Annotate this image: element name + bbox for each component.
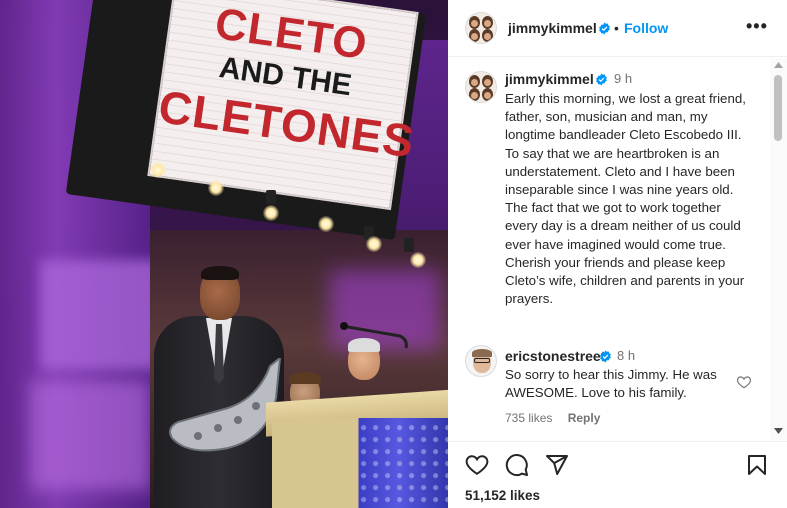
- post-header: jimmykimmel • Follow •••: [448, 0, 787, 57]
- purple-stage-light: [40, 260, 160, 370]
- comment-like-heart-icon[interactable]: [736, 374, 752, 390]
- comment-meta: 735 likes Reply: [505, 411, 612, 425]
- comment-likes[interactable]: 735 likes: [505, 411, 552, 425]
- paper-plane-icon[interactable]: [545, 453, 569, 477]
- caption-timestamp[interactable]: 9 h: [614, 71, 632, 86]
- comments-section: jimmykimmel 9 h Early this morning, we l…: [448, 58, 770, 440]
- scroll-down-arrow-icon[interactable]: [774, 428, 783, 434]
- spotlight: [150, 162, 166, 178]
- verified-badge-icon: [596, 73, 607, 86]
- purple-stage-light: [30, 380, 150, 490]
- avatar[interactable]: [465, 345, 497, 377]
- comment-icon[interactable]: [505, 453, 529, 477]
- verified-badge-icon: [600, 350, 611, 363]
- caption-text: Early this morning, we lost a great frie…: [505, 91, 746, 307]
- caption-username[interactable]: jimmykimmel: [505, 71, 594, 87]
- reply-button[interactable]: Reply: [568, 411, 601, 425]
- bookmark-icon[interactable]: [745, 453, 769, 477]
- spotlight-fixture: [266, 190, 276, 204]
- likes-count[interactable]: 51,152 likes: [465, 488, 540, 503]
- spotlight-fixture: [404, 238, 414, 252]
- author-username[interactable]: jimmykimmel: [508, 20, 597, 36]
- background-person-hair: [289, 372, 321, 384]
- avatar[interactable]: [465, 12, 497, 44]
- spotlight: [410, 252, 426, 268]
- spotlight: [366, 236, 382, 252]
- more-options-icon[interactable]: •••: [746, 16, 768, 37]
- marquee-sign: CLETO AND THE CLETONES: [147, 0, 419, 211]
- scroll-up-arrow-icon[interactable]: [774, 62, 783, 68]
- heart-icon[interactable]: [465, 453, 489, 477]
- verified-badge-icon: [599, 22, 610, 35]
- post-action-bar: 51,152 likes: [448, 441, 787, 508]
- saxophonist: [148, 266, 288, 508]
- comment-text: So sorry to hear this Jimmy. He was AWES…: [505, 367, 717, 401]
- spotlight: [263, 205, 279, 221]
- comment-timestamp[interactable]: 8 h: [617, 348, 635, 363]
- spotlight: [318, 216, 334, 232]
- podium-glitter: [360, 424, 448, 508]
- comments-scrollbar[interactable]: [770, 58, 787, 440]
- post-photo[interactable]: CLETO AND THE CLETONES: [0, 0, 448, 508]
- avatar[interactable]: [465, 71, 497, 103]
- scrollbar-thumb[interactable]: [774, 75, 782, 141]
- post-side-panel: jimmykimmel • Follow ••• jimmykimmel 9 h…: [448, 0, 787, 508]
- spotlight: [208, 180, 224, 196]
- separator-dot: •: [614, 20, 619, 36]
- follow-button[interactable]: Follow: [624, 20, 668, 36]
- comment-username[interactable]: ericstonestreet: [505, 348, 605, 364]
